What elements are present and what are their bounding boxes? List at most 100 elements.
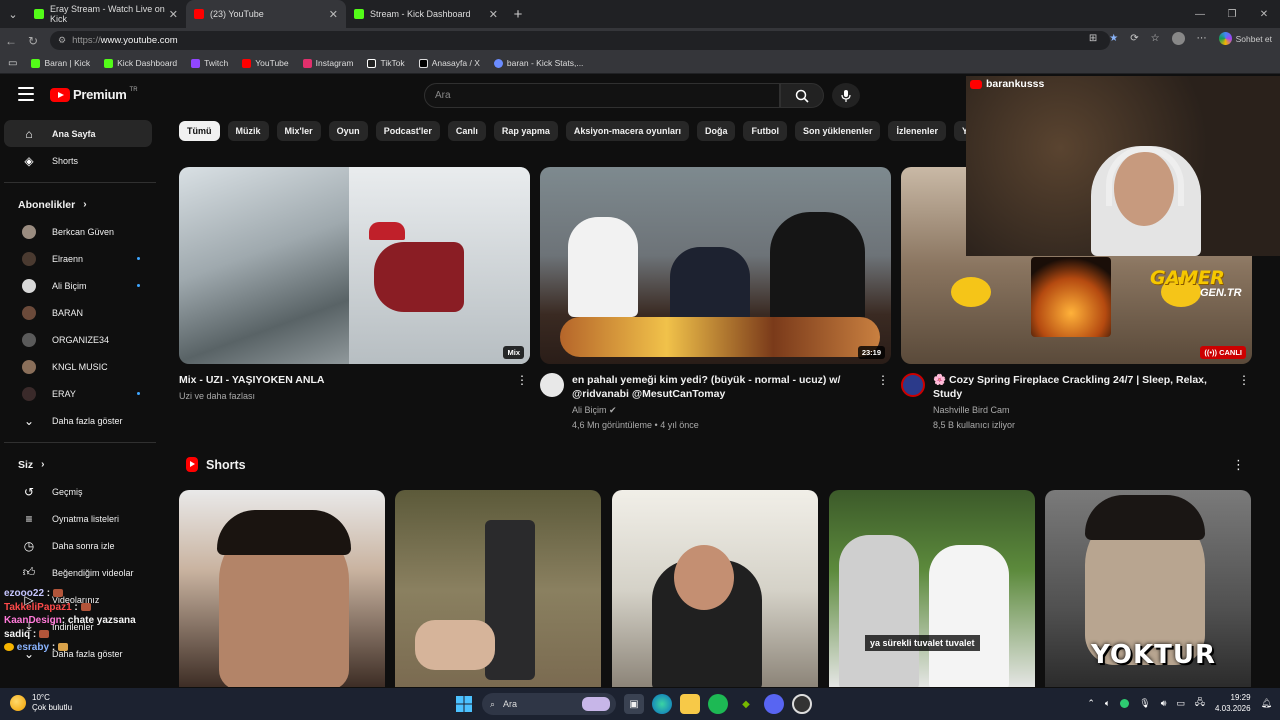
new-tab-button[interactable]: + [506, 6, 530, 23]
bookmark-instagram[interactable]: Instagram [302, 58, 353, 68]
discord-icon[interactable] [764, 694, 784, 714]
channel-avatar[interactable] [901, 373, 925, 397]
weather-widget[interactable]: 10°C Çok bulutlu [10, 693, 72, 713]
taskbar-search[interactable]: ⌕ Ara [482, 693, 616, 715]
sidebar-item-sub[interactable]: ERAY [4, 380, 152, 407]
microphone-icon[interactable]: 🎙︎ [1139, 698, 1150, 709]
menu-icon[interactable] [18, 87, 34, 101]
nvidia-icon[interactable]: ◆ [736, 694, 756, 714]
more-vert-icon[interactable]: ⋮ [877, 373, 889, 387]
minimize-icon[interactable]: — [1184, 0, 1216, 28]
short-card[interactable] [612, 490, 818, 687]
volume-icon[interactable]: 🔊︎ [1161, 698, 1167, 709]
extensions-icon[interactable]: ⟳ [1130, 33, 1138, 44]
close-icon[interactable]: ✕ [329, 8, 338, 21]
file-explorer-icon[interactable] [680, 694, 700, 714]
channel-avatar[interactable] [540, 373, 564, 397]
video-channel[interactable]: Nashville Bird Cam [933, 403, 1233, 418]
close-icon[interactable]: ✕ [169, 8, 178, 21]
close-window-icon[interactable]: ✕ [1248, 0, 1280, 28]
youtube-premium-logo[interactable]: Premium TR [50, 87, 138, 102]
chip[interactable]: Canlı [447, 121, 486, 141]
chip[interactable]: Rap yapma [493, 121, 558, 141]
maximize-icon[interactable]: ❐ [1216, 0, 1248, 28]
video-thumbnail[interactable]: Mix [179, 167, 530, 364]
site-info-icon[interactable]: ⚙ [58, 35, 66, 46]
display-icon[interactable]: ▭ [1176, 698, 1185, 709]
bookmark-baran-kick[interactable]: Baran | Kick [31, 58, 90, 68]
spotify-icon[interactable] [708, 694, 728, 714]
sidebar-item-sub[interactable]: KNGL MUSIC [4, 353, 152, 380]
sidebar-item-sub[interactable]: Elraenn [4, 245, 152, 272]
chip[interactable]: İzlenenler [888, 121, 946, 141]
video-channel[interactable]: Uzi ve daha fazlası [179, 389, 324, 404]
start-icon[interactable] [454, 694, 474, 714]
favorite-star-icon[interactable]: ★ [1109, 33, 1118, 44]
profile-avatar[interactable] [1171, 32, 1185, 45]
sidebar-item-sub[interactable]: ORGANIZE34 [4, 326, 152, 353]
chip[interactable]: Mix'ler [276, 121, 321, 141]
status-dot-icon[interactable] [1120, 698, 1130, 708]
tab-eray-stream[interactable]: Eray Stream - Watch Live on Kick ✕ [26, 0, 186, 28]
chip[interactable]: Son yüklenenler [794, 121, 881, 141]
reading-list-icon[interactable]: ▭ [8, 58, 17, 69]
clock[interactable]: 19:29 4.03.2026 [1215, 692, 1251, 714]
more-vert-icon[interactable]: ⋮ [516, 373, 528, 387]
chip-all[interactable]: Tümü [179, 121, 220, 141]
notification-icon[interactable]: 🔔︎ [1261, 698, 1272, 709]
bookmark-tiktok[interactable]: TikTok [367, 58, 405, 68]
chip[interactable]: Müzik [227, 121, 269, 141]
sidebar-item-sub[interactable]: BARAN [4, 299, 152, 326]
reload-icon[interactable]: ↻ [22, 34, 44, 48]
task-view-icon[interactable]: ▣ [624, 694, 644, 714]
more-menu-icon[interactable]: ⋯ [1197, 33, 1207, 44]
you-heading[interactable]: Siz › [0, 451, 160, 478]
close-icon[interactable]: ✕ [489, 8, 498, 21]
tab-kick-dashboard[interactable]: Stream - Kick Dashboard ✕ [346, 0, 506, 28]
video-card[interactable]: Mix Mix - UZI - YAŞIYOKEN ANLA Uzi ve da… [179, 167, 530, 404]
video-card[interactable]: 23:19 en pahalı yemeği kim yedi? (büyük … [540, 167, 891, 433]
subscriptions-heading[interactable]: Abonelikler › [0, 191, 160, 218]
chip[interactable]: Doğa [696, 121, 736, 141]
sidebar-item-watch-later[interactable]: ◷ Daha sonra izle [4, 532, 152, 559]
network-icon[interactable]: 🖧︎ [1195, 695, 1205, 711]
bookmark-x[interactable]: Anasayfa / X [418, 58, 480, 68]
bookmark-kick-dashboard[interactable]: Kick Dashboard [104, 58, 177, 68]
sidebar-item-history[interactable]: ↺ Geçmiş [4, 478, 152, 505]
video-title[interactable]: Mix - UZI - YAŞIYOKEN ANLA [179, 373, 324, 387]
video-thumbnail[interactable]: 23:19 [540, 167, 891, 364]
video-title[interactable]: 🌸 Cozy Spring Fireplace Crackling 24/7 |… [933, 373, 1233, 401]
edge-icon[interactable] [652, 694, 672, 714]
speaker-icon[interactable]: 🔈︎ [1105, 698, 1110, 709]
short-card[interactable] [395, 490, 601, 687]
bookmark-youtube[interactable]: YouTube [242, 58, 289, 68]
video-channel[interactable]: Ali Biçim ✔ [572, 403, 872, 418]
sidebar-item-playlists[interactable]: ≡ Oynatma listeleri [4, 505, 152, 532]
more-vert-icon[interactable]: ⋮ [1238, 373, 1250, 387]
chip[interactable]: Futbol [743, 121, 787, 141]
tray-chevron-icon[interactable]: ⌃ [1087, 698, 1095, 709]
tab-actions-icon[interactable]: ⌄ [0, 0, 26, 28]
chip[interactable]: Aksiyon-macera oyunları [565, 121, 689, 141]
search-button[interactable] [780, 83, 824, 108]
short-card[interactable]: YOKTUR [1045, 490, 1251, 687]
video-title[interactable]: en pahalı yemeği kim yedi? (büyük - norm… [572, 373, 872, 401]
bookmark-kick-stats[interactable]: baran - Kick Stats,... [493, 58, 583, 68]
favorites-icon[interactable]: ☆ [1151, 33, 1160, 44]
short-card[interactable]: ya sürekli tuvalet tuvalet [829, 490, 1035, 687]
sidebar-item-home[interactable]: ⌂ Ana Sayfa [4, 120, 152, 147]
tab-youtube[interactable]: (23) YouTube ✕ [186, 0, 346, 28]
voice-search-button[interactable] [832, 83, 860, 108]
sidebar-item-shorts[interactable]: ◈ Shorts [4, 147, 152, 174]
url-field[interactable]: ⚙ https://www.youtube.com [50, 31, 1110, 50]
app-install-icon[interactable]: ⊞ [1089, 33, 1097, 44]
sidebar-item-liked[interactable]: 👍︎ Beğendiğim videolar [4, 559, 152, 586]
more-vert-icon[interactable]: ⋮ [1232, 457, 1245, 473]
sidebar-show-more[interactable]: ⌄ Daha fazla göster [4, 407, 152, 434]
copilot-button[interactable]: Sohbet et [1218, 32, 1272, 45]
back-icon[interactable]: ← [0, 34, 22, 48]
bookmark-twitch[interactable]: Twitch [191, 58, 228, 68]
chip[interactable]: Oyun [328, 121, 368, 141]
obs-icon[interactable] [792, 694, 812, 714]
sidebar-item-sub[interactable]: Berkcan Güven [4, 218, 152, 245]
